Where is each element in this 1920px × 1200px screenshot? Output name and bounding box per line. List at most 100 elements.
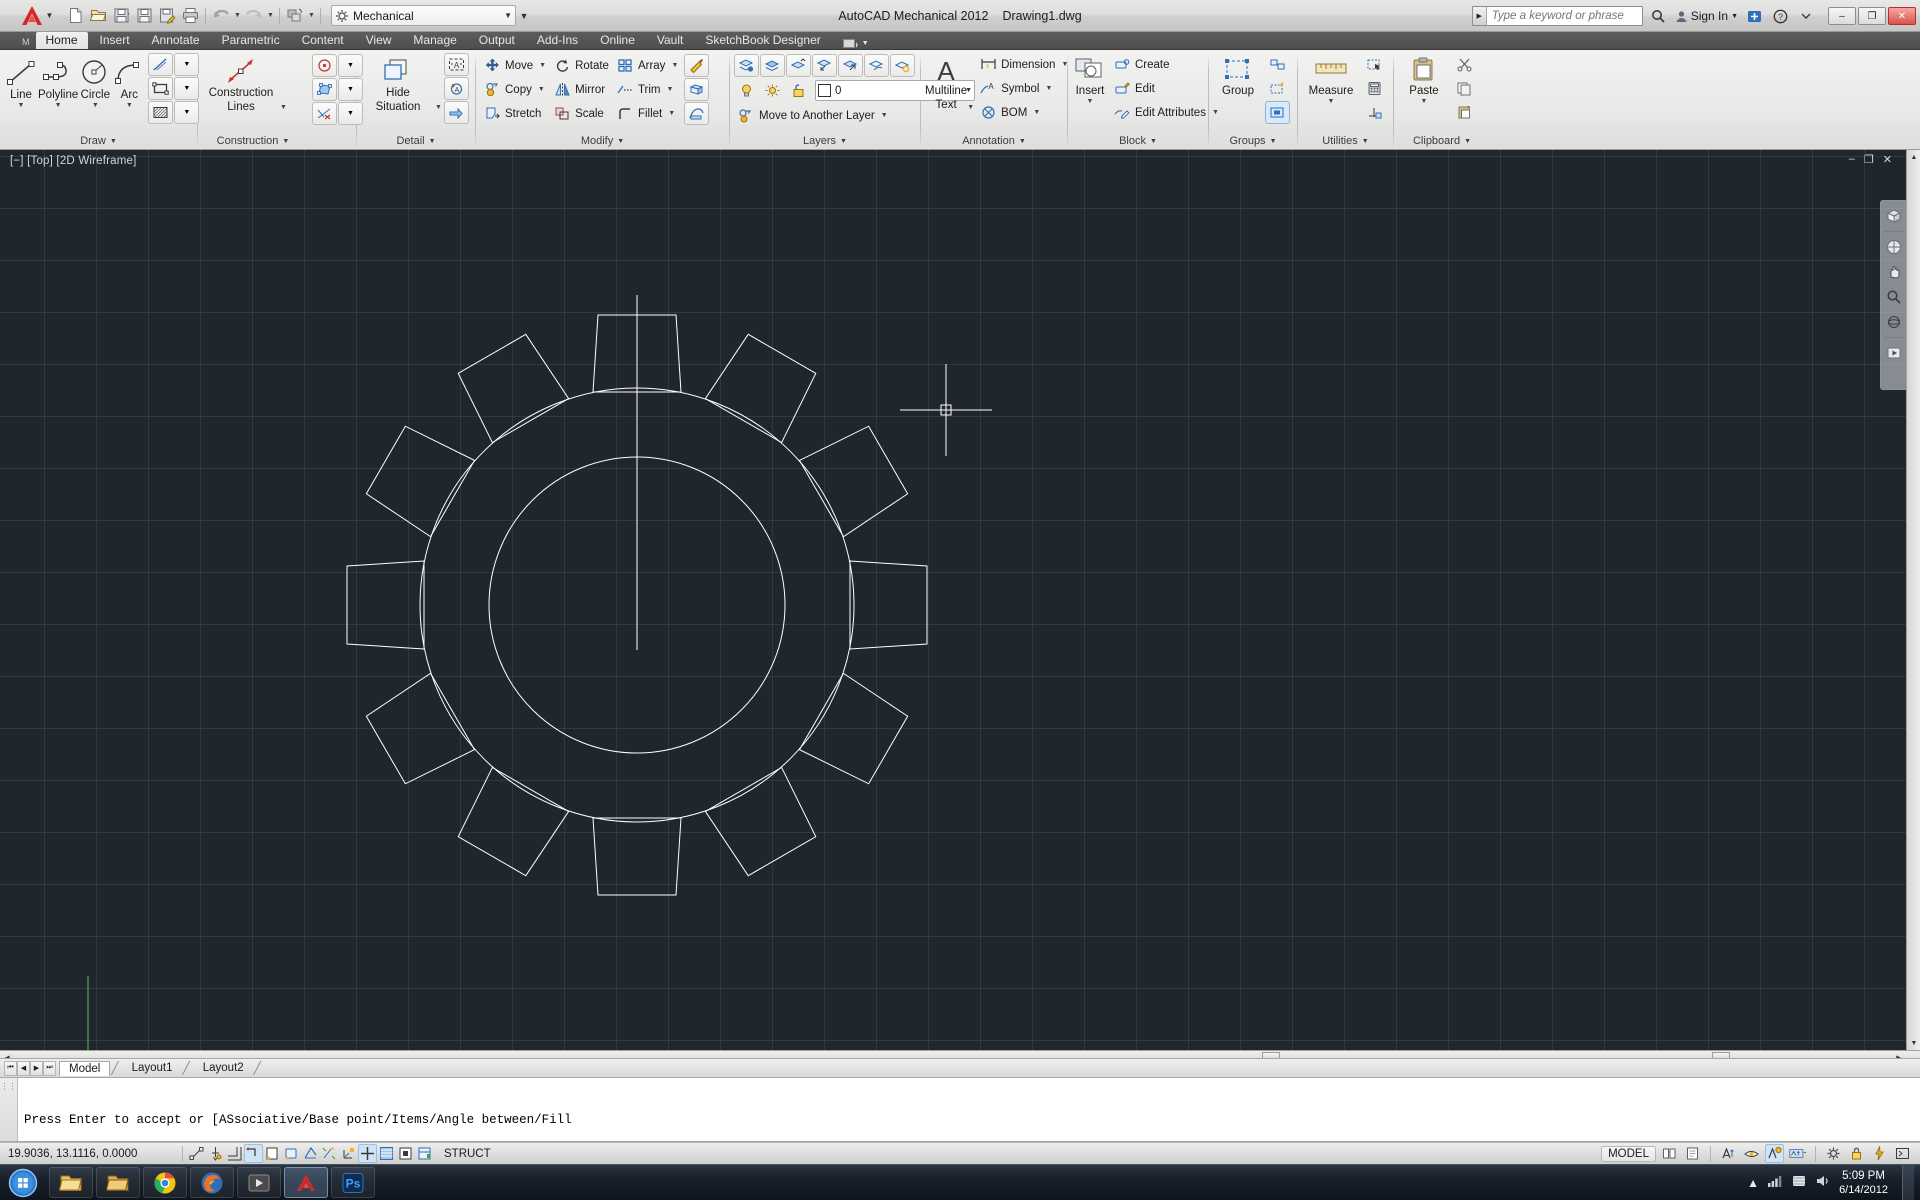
rotate-button[interactable]: Rotate [550,54,613,77]
chevron-down-icon[interactable]: ▼ [174,77,200,100]
copy-clip-icon[interactable] [1452,77,1477,100]
chevron-down-icon[interactable]: ▼ [538,86,545,93]
show-hidden-icon[interactable]: ▲ [1747,1176,1759,1190]
search-icon[interactable] [1649,6,1669,26]
auto-add-scales-icon[interactable] [1765,1144,1784,1163]
annotation-scale-icon[interactable] [1719,1144,1738,1163]
cut-icon[interactable] [1452,53,1477,76]
tab-annotate[interactable]: Annotate [142,32,210,49]
3d-array-icon[interactable] [684,78,710,101]
id-point-icon[interactable] [1362,101,1387,124]
chevron-down-icon[interactable]: ▼ [1150,138,1157,145]
chevron-down-icon[interactable] [1796,6,1816,26]
hatch-line-icon[interactable] [148,53,174,76]
flip-icon[interactable] [443,101,469,124]
bom-button[interactable]: BOM ▼ [976,101,1072,124]
save-icon[interactable] [110,5,132,27]
scroll-up-icon[interactable]: ▲ [1907,150,1920,164]
chevron-down-icon[interactable]: ▼ [126,102,133,109]
layer-new-icon[interactable] [838,54,863,77]
search-input[interactable] [1486,7,1642,25]
chevron-down-icon[interactable]: ▼ [617,138,624,145]
layer-walk-icon[interactable] [812,54,837,77]
plot-icon[interactable] [179,5,201,27]
chevron-down-icon[interactable]: ▼ [92,102,99,109]
line-button[interactable]: Line ▼ [4,53,38,109]
polar-tracking-icon[interactable] [263,1144,282,1163]
move-to-another-layer-button[interactable]: Move to Another Layer ▼ [734,104,916,127]
tab-layout2[interactable]: Layout2 [194,1061,253,1075]
layer-merge-icon[interactable] [786,54,811,77]
drawing-area[interactable]: [−] [Top] [2D Wireframe] – ❐ ✕ ▲ ▼ [0,150,1920,1064]
fillet-button[interactable]: Fillet ▼ [613,102,682,125]
vertical-scrollbar[interactable]: ▲ ▼ [1906,150,1920,1064]
lock-toolbar-icon[interactable] [1847,1144,1866,1163]
photoshop-icon[interactable]: Ps [331,1167,375,1198]
object-snap-tracking-icon[interactable] [320,1144,339,1163]
exchange-apps-icon[interactable] [1744,6,1764,26]
network-icon[interactable] [1767,1174,1783,1191]
chevron-down-icon[interactable]: ▼ [55,102,62,109]
lineweight-icon[interactable] [377,1144,396,1163]
flag-icon[interactable] [1791,1174,1807,1191]
layer-properties-icon[interactable] [734,54,759,77]
qat-overflow-button[interactable]: ▼ [517,5,531,26]
polyline-button[interactable]: Polyline ▼ [38,53,78,109]
hardware-accel-icon[interactable] [1870,1144,1889,1163]
orbit-icon[interactable] [1884,312,1904,332]
show-desktop-button[interactable] [1902,1164,1914,1200]
stretch-button[interactable]: Stretch [480,102,550,125]
zoom-icon[interactable] [1884,287,1904,307]
grid-display-icon[interactable] [225,1144,244,1163]
quick-select-icon[interactable] [1362,53,1387,76]
save-icon-2[interactable] [133,5,155,27]
group-edit-icon[interactable] [1265,77,1290,100]
undo-icon[interactable] [210,5,232,27]
chevron-down-icon[interactable]: ▼ [504,11,512,20]
tab-model[interactable]: Model [59,1060,111,1076]
chevron-down-icon[interactable]: ▼ [1731,13,1738,20]
prev-layout-button[interactable]: ◀ [17,1060,30,1076]
tab-addins[interactable]: Add-Ins [527,32,588,49]
chevron-down-icon[interactable]: ▼ [435,104,442,133]
panel-block-title[interactable]: Block ▼ [1068,133,1208,149]
application-menu-button[interactable]: ▼ [16,1,56,31]
annotation-visibility-icon[interactable] [1742,1144,1761,1163]
sheetset-icon[interactable] [284,5,306,27]
chevron-down-icon[interactable]: ▼ [110,138,117,145]
command-line[interactable]: ⋮⋮ Press Enter to accept or [ASsociative… [0,1078,1920,1174]
tab-vault[interactable]: Vault [647,32,693,49]
volume-icon[interactable] [1815,1174,1831,1191]
tab-parametric[interactable]: Parametric [212,32,290,49]
chevron-down-icon[interactable]: ▼ [1328,98,1335,105]
chevron-down-icon[interactable]: ▼ [1464,138,1471,145]
construction-cross-icon[interactable] [312,102,337,125]
dynamic-ucs-icon[interactable] [339,1144,358,1163]
tab-layout1[interactable]: Layout1 [123,1061,182,1075]
clean-screen-icon[interactable] [1893,1144,1912,1163]
minimize-button[interactable]: – [1828,7,1856,25]
view-cube-icon[interactable] [1884,206,1904,226]
chevron-down-icon[interactable]: ▼ [1019,138,1026,145]
dynamic-input-icon[interactable] [358,1144,377,1163]
3d-object-snap-icon[interactable] [301,1144,320,1163]
tab-manage[interactable]: Manage [403,32,466,49]
chevron-down-icon[interactable]: ▼ [233,5,242,27]
edit-attributes-button[interactable]: Edit Attributes ▼ [1110,101,1223,124]
calculator-icon[interactable] [1362,77,1387,100]
chevron-down-icon[interactable]: ▼ [1033,109,1040,116]
chevron-down-icon[interactable]: ▼ [1421,98,1428,105]
annotation-scale-value[interactable] [1788,1144,1807,1163]
workspace-switch-icon[interactable] [1824,1144,1843,1163]
first-layout-button[interactable]: ⏮ [4,1060,17,1076]
model-space-button[interactable]: MODEL [1601,1145,1656,1162]
unlock-icon[interactable] [786,79,811,102]
panel-annotation-title[interactable]: Annotation ▼ [921,133,1067,149]
panel-clipboard-title[interactable]: Clipboard ▼ [1394,133,1490,149]
move-button[interactable]: Move ▼ [480,54,550,77]
pan-hand-icon[interactable] [1884,262,1904,282]
ungroup-icon[interactable] [1265,53,1290,76]
construction-lines-button[interactable]: Construction Lines [202,53,280,113]
chevron-down-icon[interactable]: ▼ [429,138,436,145]
panel-detail-title[interactable]: Detail ▼ [357,133,475,149]
